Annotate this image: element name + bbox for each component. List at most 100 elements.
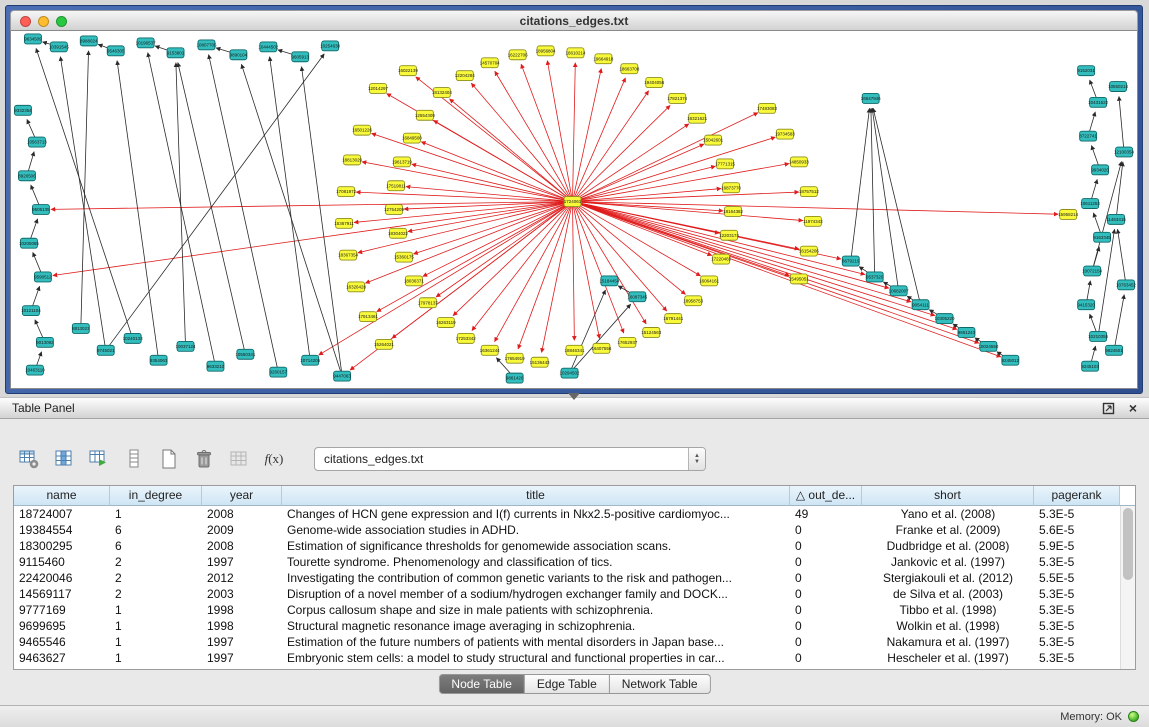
svg-text:17771315: 17771315 [715, 161, 735, 166]
row-view-icon[interactable] [121, 446, 147, 472]
svg-text:9054111: 9054111 [912, 302, 929, 307]
table-cell: 0 [790, 618, 862, 634]
table-row[interactable]: 977716911998Corpus callosum shape and si… [14, 602, 1135, 618]
table-row[interactable]: 1938455462009Genome-wide association stu… [14, 522, 1135, 538]
tab-network-table[interactable]: Network Table [610, 674, 711, 694]
table-cell: 0 [790, 586, 862, 602]
function-builder-icon[interactable]: f(x) [261, 446, 287, 472]
column-header-short[interactable]: short [862, 486, 1034, 506]
vertical-scrollbar[interactable] [1120, 506, 1135, 669]
table-cell: 1 [110, 602, 202, 618]
table-cell: 5.3E-5 [1034, 618, 1120, 634]
new-table-icon[interactable] [156, 446, 182, 472]
table-row[interactable]: 969969511998Structural magnetic resonanc… [14, 618, 1135, 634]
svg-text:10563713: 10563713 [27, 140, 47, 145]
float-panel-icon[interactable] [1102, 402, 1115, 415]
table-row[interactable]: 946362711997Embryonic stem cells: a mode… [14, 650, 1135, 666]
table-row[interactable]: 1872400712008Changes of HCN gene express… [14, 506, 1135, 522]
svg-text:18036371: 18036371 [404, 278, 424, 283]
svg-text:9890104: 9890104 [230, 52, 248, 57]
column-header-title[interactable]: title [282, 486, 790, 506]
svg-text:19734583: 19734583 [775, 132, 795, 137]
table-row[interactable]: 911546021997Tourette syndrome. Phenomeno… [14, 554, 1135, 570]
panel-splitter-grip[interactable] [568, 393, 580, 400]
table-cell: 1997 [202, 634, 282, 650]
table-cell: 0 [790, 602, 862, 618]
svg-text:16022139: 16022139 [398, 68, 418, 73]
window-titlebar[interactable]: citations_edges.txt [10, 10, 1138, 31]
table-row[interactable]: 2242004622012Investigating the contribut… [14, 570, 1135, 586]
table-panel: Table Panel × [0, 397, 1149, 705]
svg-text:16222706: 16222706 [508, 52, 528, 57]
svg-text:14570704: 14570704 [480, 60, 500, 65]
column-header-name[interactable]: name [14, 486, 110, 506]
table-row[interactable]: 946554611997Estimation of the future num… [14, 634, 1135, 650]
close-panel-icon[interactable]: × [1129, 401, 1137, 415]
citation-network-graph[interactable]: 1724061181324041255430916849500196137191… [11, 31, 1137, 388]
column-header-in-degree[interactable]: in_degree [110, 486, 202, 506]
table-row[interactable]: 1456911722003Disruption of a novel membe… [14, 586, 1135, 602]
svg-text:10294502: 10294502 [560, 371, 580, 376]
table-type-tabs: Node Table Edge Table Network Table [438, 674, 710, 694]
svg-text:10305220: 10305220 [935, 316, 955, 321]
table-cell: Stergiakouli et al. (2012) [862, 570, 1034, 586]
svg-text:10463110: 10463110 [25, 368, 45, 373]
svg-text:9260157: 9260157 [270, 370, 288, 375]
svg-text:15136443: 15136443 [530, 360, 550, 365]
column-header-year[interactable]: year [202, 486, 282, 506]
close-window-button[interactable] [20, 16, 31, 27]
network-canvas[interactable]: 1724061181324041255430916849500196137191… [10, 31, 1138, 389]
table-row[interactable]: 1830029562008Estimation of significance … [14, 538, 1135, 554]
svg-text:9332354: 9332354 [14, 108, 32, 113]
column-header-out-degree[interactable]: △ out_de... [790, 486, 862, 506]
svg-text:12554309: 12554309 [415, 113, 435, 118]
svg-text:10682007: 10682007 [889, 288, 909, 293]
svg-text:10431522: 10431522 [1088, 100, 1108, 105]
import-table-icon[interactable] [86, 446, 112, 472]
dropdown-stepper-icon: ▲▼ [688, 448, 705, 470]
table-cell: Wolkin et al. (1998) [862, 618, 1034, 634]
svg-text:10037124: 10037124 [176, 344, 196, 349]
svg-text:18813029: 18813029 [342, 158, 362, 163]
svg-text:16501226: 16501226 [352, 128, 372, 133]
tab-edge-table[interactable]: Edge Table [525, 674, 610, 694]
table-cell: 2008 [202, 506, 282, 522]
svg-text:16610214: 16610214 [566, 50, 586, 55]
svg-text:9661243: 9661243 [958, 330, 976, 335]
table-cell: 1997 [202, 554, 282, 570]
scrollbar-corner [1120, 486, 1135, 506]
memory-status-label: Memory: OK [1060, 711, 1122, 723]
table-settings-icon[interactable] [16, 446, 42, 472]
svg-text:10391545: 10391545 [49, 44, 69, 49]
svg-text:10205065: 10205065 [19, 241, 39, 246]
table-cell: 2 [110, 554, 202, 570]
table-cell: 2003 [202, 586, 282, 602]
table-cell: Corpus callosum shape and size in male p… [282, 602, 790, 618]
scrollbar-thumb[interactable] [1123, 508, 1133, 580]
svg-text:11974343: 11974343 [803, 219, 823, 224]
zoom-window-button[interactable] [56, 16, 67, 27]
memory-status-icon [1128, 711, 1139, 722]
svg-text:14850933: 14850933 [789, 159, 809, 164]
svg-text:18958753: 18958753 [683, 298, 703, 303]
table-cell: Investigating the contribution of common… [282, 570, 790, 586]
svg-text:15264021: 15264021 [374, 342, 394, 347]
svg-text:15495051: 15495051 [789, 277, 809, 282]
tab-node-table[interactable]: Node Table [438, 674, 525, 694]
svg-text:10254630: 10254630 [320, 43, 340, 48]
svg-text:19404056: 19404056 [644, 80, 664, 85]
table-cell: 5.3E-5 [1034, 602, 1120, 618]
node-table: name in_degree year title △ out_de... sh… [13, 485, 1136, 670]
add-column-icon[interactable] [51, 446, 77, 472]
table-cell: 9699695 [14, 618, 110, 634]
svg-text:16087345: 16087345 [627, 294, 647, 299]
svg-text:10210355: 10210355 [1088, 334, 1108, 339]
delete-table-icon[interactable] [191, 446, 217, 472]
network-selector-dropdown[interactable]: citations_edges.txt ▲▼ [314, 447, 706, 471]
table-cell: 0 [790, 650, 862, 666]
svg-text:8813023: 8813023 [72, 326, 90, 331]
table-cell: 5.3E-5 [1034, 634, 1120, 650]
svg-text:15360175: 15360175 [394, 255, 414, 260]
minimize-window-button[interactable] [38, 16, 49, 27]
column-header-pagerank[interactable]: pagerank [1034, 486, 1120, 506]
